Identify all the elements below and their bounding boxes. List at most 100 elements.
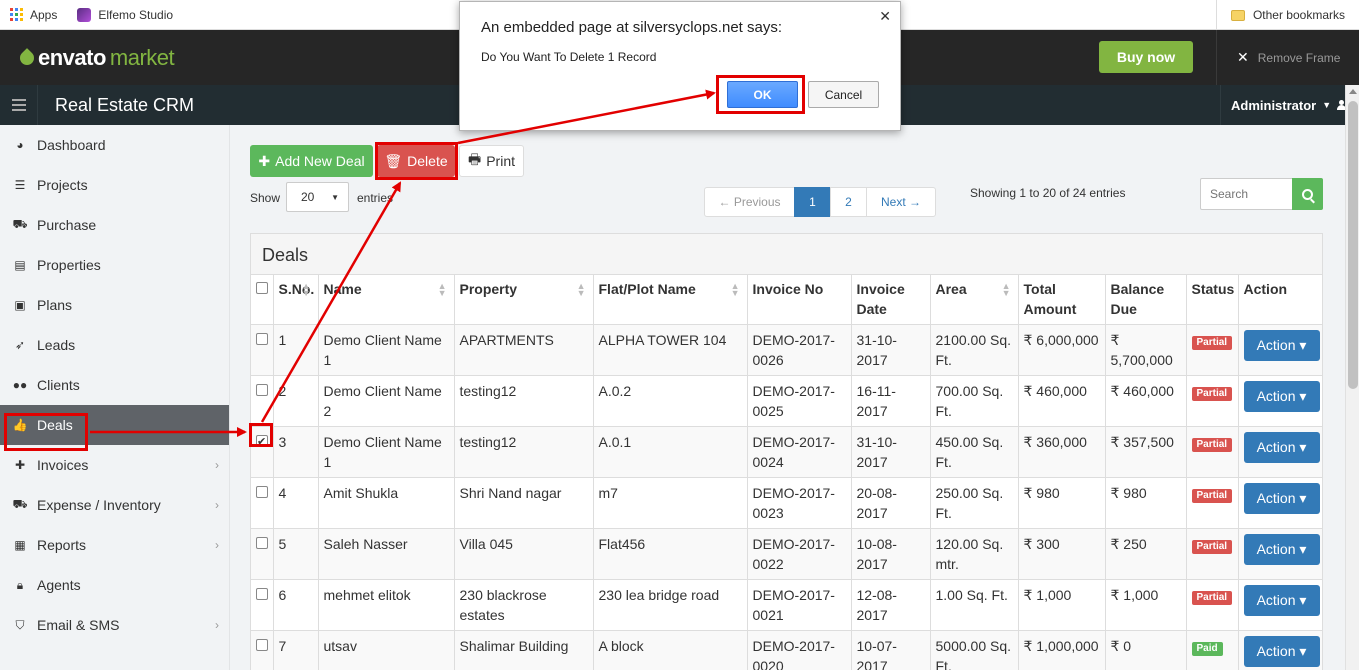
pagination: ← Previous 1 2 Next → [704, 187, 936, 217]
dialog-message: Do You Want To Delete 1 Record [481, 50, 657, 64]
row-checkbox[interactable] [256, 587, 268, 600]
print-button[interactable]: 🖶︎ Print [459, 145, 524, 177]
search-icon [1302, 188, 1313, 200]
close-icon[interactable]: ✕ [879, 8, 891, 25]
row-action-button[interactable]: Action ▾ [1243, 482, 1320, 514]
envato-market-logo[interactable]: envato market [17, 45, 175, 71]
close-icon: ✕ [1237, 49, 1249, 65]
page-scrollbar[interactable] [1345, 85, 1359, 670]
sidebar-item-clients[interactable]: ●● Clients [0, 365, 229, 405]
column-header-status[interactable]: Status [1186, 275, 1239, 325]
bookmark-apps[interactable]: Apps [0, 8, 67, 22]
sidebar-item-leads[interactable]: ➶ Leads [0, 325, 229, 365]
search-input[interactable] [1200, 178, 1293, 210]
cell-invoice: DEMO-2017-0023 [747, 477, 852, 529]
cell-area: 5000.00 Sq. Ft. [930, 630, 1019, 670]
cell-flat: A.0.1 [593, 426, 748, 478]
cell-area: 250.00 Sq. Ft. [930, 477, 1019, 529]
pagination-next[interactable]: Next → [866, 187, 936, 217]
status-badge: Partial [1191, 590, 1233, 605]
cancel-button[interactable]: Cancel [808, 81, 879, 108]
column-header-label: Name [323, 281, 362, 297]
column-header-property[interactable]: Property ▲ ▼ [454, 275, 594, 325]
caret-down-icon: ▼ [331, 193, 339, 202]
table-row: 4 Amit Shukla Shri Nand nagar m7 DEMO-20… [251, 477, 1322, 529]
row-action-button[interactable]: Action ▾ [1243, 533, 1320, 565]
caret-down-icon: ▾ [1299, 540, 1307, 557]
sidebar-item-email-sms[interactable]: ⛉ Email & SMS › [0, 605, 229, 645]
sidebar-item-properties[interactable]: ▤ Properties [0, 245, 229, 285]
sidebar-item-label: Leads [37, 337, 76, 353]
sidebar-item-reports[interactable]: ▦ Reports › [0, 525, 229, 565]
pagination-page-1[interactable]: 1 [794, 187, 831, 217]
buy-now-button[interactable]: Buy now [1099, 41, 1193, 73]
scroll-up-icon[interactable] [1349, 89, 1357, 94]
row-checkbox[interactable] [256, 638, 268, 651]
row-checkbox[interactable] [256, 485, 268, 498]
bookmark-elfemo[interactable]: Elfemo Studio [67, 7, 183, 22]
cell-invoice: DEMO-2017-0022 [747, 528, 852, 580]
cell-invoice: DEMO-2017-0024 [747, 426, 852, 478]
users-icon: ●● [12, 378, 28, 392]
pagination-previous[interactable]: ← Previous [704, 187, 795, 217]
search-button[interactable] [1292, 178, 1323, 210]
sidebar: ◕ Dashboard ☰ Projects ⛟ Purchase ▤ Prop… [0, 125, 230, 670]
column-header-sno[interactable]: S.No. ▲ ▼ [273, 275, 319, 325]
column-header-date[interactable]: Invoice Date [851, 275, 931, 325]
column-header-flat[interactable]: Flat/Plot Name ▲ ▼ [593, 275, 748, 325]
status-badge: Partial [1191, 335, 1233, 350]
menu-toggle-icon[interactable] [0, 85, 38, 125]
lock-icon: 🔒︎ [16, 577, 24, 592]
chevron-right-icon: › [215, 498, 219, 512]
row-action-button[interactable]: Action ▾ [1243, 380, 1320, 412]
column-header-total[interactable]: Total Amount [1018, 275, 1106, 325]
elfemo-logo-icon [77, 7, 92, 22]
row-action-button[interactable]: Action ▾ [1243, 329, 1320, 361]
cell-area: 450.00 Sq. Ft. [930, 426, 1019, 478]
user-name: Administrator [1231, 97, 1317, 113]
cell-flat: 230 lea bridge road [593, 579, 748, 631]
annotation-highlight-deals [4, 413, 88, 451]
cell-sno: 4 [273, 477, 319, 529]
sidebar-item-expense-inventory[interactable]: ⛟ Expense / Inventory › [0, 485, 229, 525]
select-all-checkbox[interactable] [256, 282, 268, 294]
cart-icon: ⛟ [12, 497, 28, 511]
sidebar-item-projects[interactable]: ☰ Projects [0, 165, 229, 205]
sidebar-item-label: Properties [37, 257, 101, 273]
pagination-page-2[interactable]: 2 [830, 187, 867, 217]
remove-frame-button[interactable]: ✕ Remove Frame [1216, 30, 1359, 85]
sort-icon: ▲ ▼ [576, 281, 586, 298]
row-checkbox[interactable] [256, 332, 268, 345]
building-icon: ▤ [14, 258, 26, 272]
column-header-balance[interactable]: Balance Due [1105, 275, 1187, 325]
user-icon [1337, 100, 1346, 110]
bookmark-other[interactable]: Other bookmarks [1215, 0, 1359, 30]
sidebar-item-plans[interactable]: ▣ Plans [0, 285, 229, 325]
tachometer-icon: ◕ [16, 138, 24, 152]
market-logo-word: market [109, 45, 175, 70]
cell-flat: ALPHA TOWER 104 [593, 324, 748, 376]
sidebar-item-label: Clients [37, 377, 80, 393]
row-action-button[interactable]: Action ▾ [1243, 584, 1320, 616]
row-checkbox[interactable] [256, 536, 268, 549]
column-header-invoice[interactable]: Invoice No [747, 275, 852, 325]
cell-name: Demo Client Name 2 [318, 375, 455, 427]
scrollbar-thumb[interactable] [1348, 101, 1358, 389]
column-header-name[interactable]: Name ▲ ▼ [318, 275, 455, 325]
sidebar-item-invoices[interactable]: ✚ Invoices › [0, 445, 229, 485]
cell-date: 10-08-2017 [851, 528, 931, 580]
sidebar-item-dashboard[interactable]: ◕ Dashboard [0, 125, 229, 165]
column-header-area[interactable]: Area ▲ ▼ [930, 275, 1019, 325]
page-size-select[interactable]: 20 ▼ [286, 182, 349, 212]
add-new-deal-button[interactable]: ✚ Add New Deal [250, 145, 373, 177]
row-action-button[interactable]: Action ▾ [1243, 635, 1320, 667]
sidebar-item-purchase[interactable]: ⛟ Purchase [0, 205, 229, 245]
sidebar-item-agents[interactable]: 🔒︎ Agents [0, 565, 229, 605]
row-action-button[interactable]: Action ▾ [1243, 431, 1320, 463]
rocket-icon: ➶ [14, 338, 26, 352]
cell-sno: 6 [273, 579, 319, 631]
row-checkbox[interactable] [256, 383, 268, 396]
table-icon: ▦ [14, 538, 26, 552]
shield-icon: ⛉ [15, 617, 25, 632]
user-menu[interactable]: Administrator ▼ [1220, 85, 1346, 125]
